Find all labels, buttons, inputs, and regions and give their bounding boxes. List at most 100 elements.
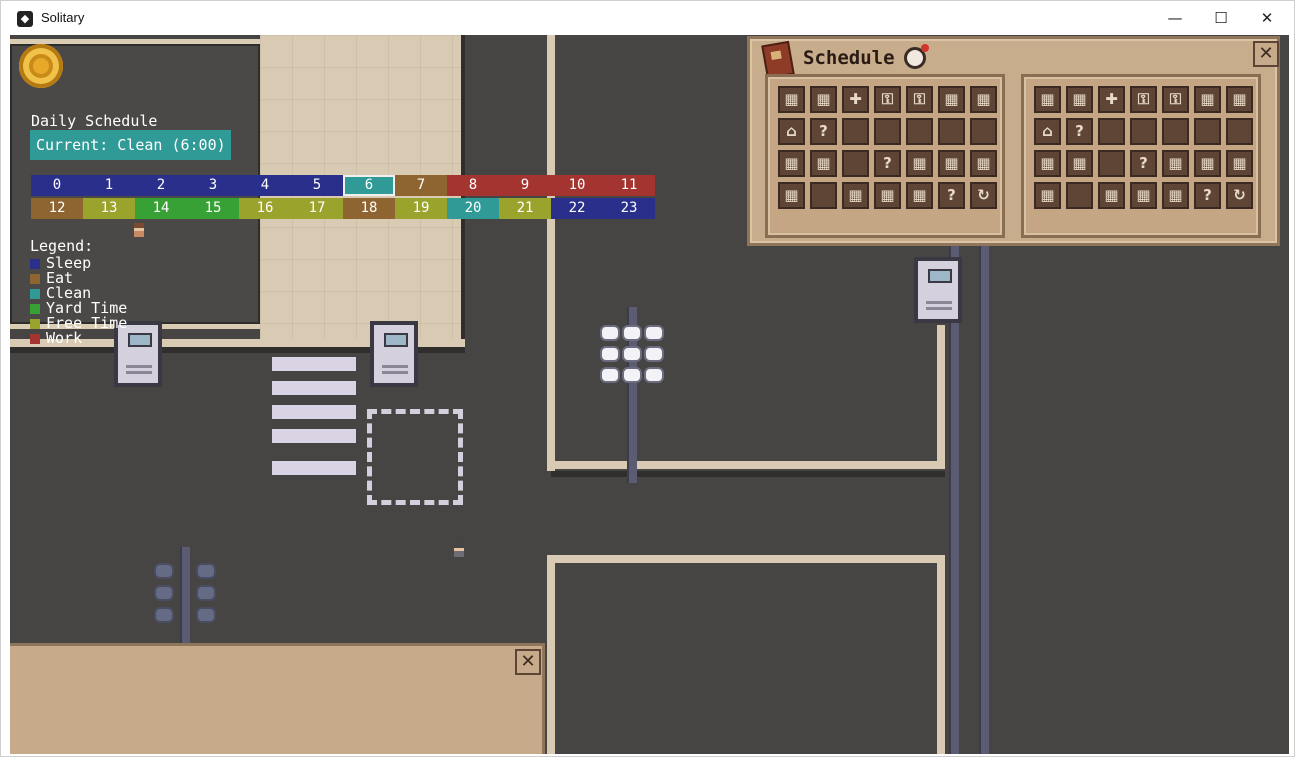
question-icon[interactable]: ? <box>938 182 965 209</box>
home-icon[interactable]: ⌂ <box>1034 118 1061 145</box>
grid-icon[interactable]: ▦ <box>1162 182 1189 209</box>
grid-icon[interactable]: ▦ <box>778 150 805 177</box>
hour-cell[interactable]: 11 <box>603 175 655 196</box>
empty-slot[interactable] <box>1098 150 1125 177</box>
grid-icon[interactable]: ▦ <box>970 86 997 113</box>
legend-label: Work <box>46 329 83 347</box>
door[interactable] <box>370 321 418 387</box>
legend-swatch <box>30 333 40 344</box>
minimize-button[interactable]: — <box>1152 1 1198 35</box>
lock-icon[interactable]: ⚿ <box>906 86 933 113</box>
empty-slot[interactable] <box>1162 118 1189 145</box>
hour-cell[interactable]: 16 <box>239 198 291 219</box>
lock-icon[interactable]: ⚿ <box>874 86 901 113</box>
grid-icon[interactable]: ▦ <box>810 86 837 113</box>
hour-cell[interactable]: 15 <box>187 198 239 219</box>
coin-icon[interactable] <box>19 44 63 88</box>
grid-icon[interactable]: ▦ <box>874 182 901 209</box>
grid-icon[interactable]: ▦ <box>1034 182 1061 209</box>
slot-grid: ▦ ▦ ✚ ⚿ ⚿ ▦ ▦ ⌂? ▦ ▦? ▦ ▦ ▦ ▦ ▦ ▦ ▦? ↻ <box>778 86 997 209</box>
hour-cell[interactable]: 1 <box>83 175 135 196</box>
grid-icon[interactable]: ▦ <box>970 150 997 177</box>
alarm-clock-icon[interactable] <box>904 44 929 69</box>
hour-cell[interactable]: 23 <box>603 198 655 219</box>
close-window-button[interactable]: ✕ <box>1244 1 1290 35</box>
hour-cell[interactable]: 20 <box>447 198 499 219</box>
question-icon[interactable]: ? <box>1194 182 1221 209</box>
hour-cell[interactable]: 4 <box>239 175 291 196</box>
question-icon[interactable]: ? <box>1066 118 1093 145</box>
hour-cell[interactable]: 6 <box>343 175 395 196</box>
grid-icon[interactable]: ▦ <box>1226 150 1253 177</box>
hour-cell[interactable]: 22 <box>551 198 603 219</box>
empty-slot[interactable] <box>874 118 901 145</box>
grid-icon[interactable]: ▦ <box>906 182 933 209</box>
empty-slot[interactable] <box>842 118 869 145</box>
empty-slot[interactable] <box>1066 182 1093 209</box>
plus-icon[interactable]: ✚ <box>1098 86 1125 113</box>
grid-icon[interactable]: ▦ <box>1034 150 1061 177</box>
question-icon[interactable]: ? <box>1130 150 1157 177</box>
empty-slot[interactable] <box>1194 118 1221 145</box>
legend-swatch <box>30 273 40 284</box>
legend-title: Legend: <box>30 237 94 255</box>
hour-cell[interactable]: 17 <box>291 198 343 219</box>
grid-icon[interactable]: ▦ <box>1162 150 1189 177</box>
hour-cell[interactable]: 21 <box>499 198 551 219</box>
wall <box>937 555 945 754</box>
empty-slot[interactable] <box>938 118 965 145</box>
grid-icon[interactable]: ▦ <box>1066 86 1093 113</box>
grid-icon[interactable]: ▦ <box>1066 150 1093 177</box>
hour-cell[interactable]: 3 <box>187 175 239 196</box>
grid-icon[interactable]: ▦ <box>778 86 805 113</box>
inmate-character[interactable] <box>134 223 144 237</box>
grid-icon[interactable]: ▦ <box>1194 86 1221 113</box>
hour-cell[interactable]: 0 <box>31 175 83 196</box>
hour-cell[interactable]: 14 <box>135 198 187 219</box>
hour-cell[interactable]: 7 <box>395 175 447 196</box>
hour-cell[interactable]: 9 <box>499 175 551 196</box>
empty-slot[interactable] <box>970 118 997 145</box>
hour-cell[interactable]: 13 <box>83 198 135 219</box>
question-icon[interactable]: ? <box>874 150 901 177</box>
guard-character[interactable] <box>454 543 464 557</box>
grid-icon[interactable]: ▦ <box>1034 86 1061 113</box>
lock-icon[interactable]: ⚿ <box>1130 86 1157 113</box>
empty-slot[interactable] <box>1130 118 1157 145</box>
hour-cell[interactable]: 8 <box>447 175 499 196</box>
game-viewport[interactable]: Daily Schedule Current: Clean (6:00) 012… <box>10 35 1289 754</box>
grid-icon[interactable]: ▦ <box>1194 150 1221 177</box>
empty-slot[interactable] <box>906 118 933 145</box>
empty-slot[interactable] <box>842 150 869 177</box>
empty-slot[interactable] <box>1226 118 1253 145</box>
grid-icon[interactable]: ▦ <box>810 150 837 177</box>
empty-slot[interactable] <box>1098 118 1125 145</box>
grid-icon[interactable]: ▦ <box>1130 182 1157 209</box>
floodlight-icon <box>644 325 664 341</box>
hour-cell[interactable]: 19 <box>395 198 447 219</box>
empty-slot[interactable] <box>810 182 837 209</box>
maximize-button[interactable]: ☐ <box>1198 1 1244 35</box>
grid-icon[interactable]: ▦ <box>842 182 869 209</box>
refresh-icon[interactable]: ↻ <box>970 182 997 209</box>
plus-icon[interactable]: ✚ <box>842 86 869 113</box>
question-icon[interactable]: ? <box>810 118 837 145</box>
door[interactable] <box>914 257 962 323</box>
refresh-icon[interactable]: ↻ <box>1226 182 1253 209</box>
hour-cell[interactable]: 12 <box>31 198 83 219</box>
grid-icon[interactable]: ▦ <box>938 86 965 113</box>
hour-cell[interactable]: 2 <box>135 175 187 196</box>
placement-zone[interactable] <box>367 409 463 505</box>
hour-cell[interactable]: 10 <box>551 175 603 196</box>
grid-icon[interactable]: ▦ <box>938 150 965 177</box>
grid-icon[interactable]: ▦ <box>1098 182 1125 209</box>
grid-icon[interactable]: ▦ <box>778 182 805 209</box>
bottom-panel-close-button[interactable]: ✕ <box>515 649 541 675</box>
grid-icon[interactable]: ▦ <box>906 150 933 177</box>
hour-cell[interactable]: 18 <box>343 198 395 219</box>
schedule-close-button[interactable]: ✕ <box>1253 41 1279 67</box>
lock-icon[interactable]: ⚿ <box>1162 86 1189 113</box>
grid-icon[interactable]: ▦ <box>1226 86 1253 113</box>
home-icon[interactable]: ⌂ <box>778 118 805 145</box>
hour-cell[interactable]: 5 <box>291 175 343 196</box>
